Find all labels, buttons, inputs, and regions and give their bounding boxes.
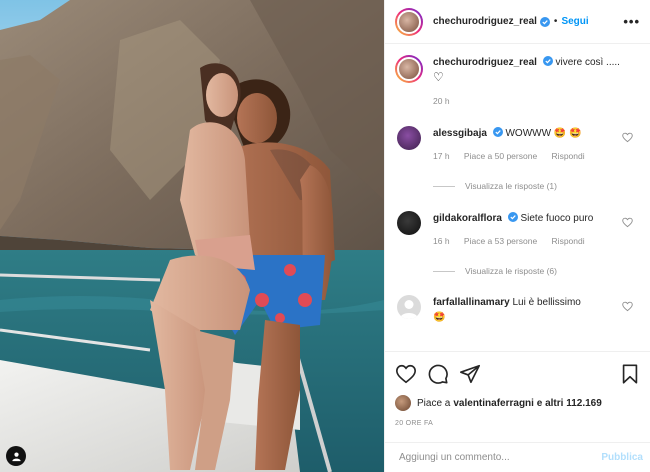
view-replies-button[interactable]: Visualizza le risposte (6) [433, 264, 641, 279]
comment-avatar[interactable] [397, 126, 421, 150]
comment-item: gildakoralflora Siete fuoco puro 16 h Pi… [385, 211, 650, 279]
reply-button[interactable]: Rispondi [552, 236, 585, 246]
comment-text-line2: 🤩 [433, 312, 446, 323]
post-photo[interactable] [0, 0, 384, 472]
comment-input[interactable] [399, 452, 602, 463]
caption-emoji: ♡ [433, 70, 444, 84]
reply-button[interactable]: Rispondi [552, 151, 585, 161]
add-comment-bar: Pubblica [385, 442, 650, 472]
comment-likes-count[interactable]: Piace a 53 persone [464, 236, 537, 246]
author-username[interactable]: chechurodriguez_real [433, 16, 537, 27]
comment-username[interactable]: farfallallinamary [433, 297, 510, 308]
caption-avatar[interactable] [395, 55, 423, 83]
comment-avatar[interactable] [397, 295, 421, 319]
likes-prefix: Piace a [417, 397, 451, 409]
comment-time: 17 h [433, 151, 450, 161]
view-replies-button[interactable]: Visualizza le risposte (1) [433, 179, 641, 194]
view-replies-label: Visualizza le risposte (6) [465, 266, 557, 276]
comment-item: alessgibaja WOWWW 🤩 🤩 17 h Piace a 50 pe… [385, 126, 650, 194]
tagged-users-button[interactable] [6, 446, 26, 466]
more-options-button[interactable]: ••• [623, 14, 640, 29]
caption-username[interactable]: chechurodriguez_real [433, 57, 537, 68]
post-sidebar: chechurodriguez_real • Segui ••• chechur… [384, 0, 650, 472]
photo-scene [0, 0, 384, 472]
comment-username[interactable]: gildakoralflora [433, 213, 502, 224]
save-bookmark-icon[interactable] [619, 363, 641, 385]
follow-button[interactable]: Segui [561, 16, 588, 27]
comment-item: farfallallinamary Lui è bellissimo 🤩 [385, 295, 650, 325]
view-replies-label: Visualizza le risposte (1) [465, 181, 557, 191]
comment-username[interactable]: alessgibaja [433, 128, 487, 139]
post-header: chechurodriguez_real • Segui ••• [385, 0, 650, 44]
likes-summary[interactable]: Piace a valentinaferragni e altri 112.16… [395, 395, 641, 411]
like-comment-heart-icon[interactable] [622, 217, 633, 228]
share-paper-plane-icon[interactable] [459, 363, 481, 385]
person-icon [11, 452, 21, 461]
comment-text: Lui è bellissimo [512, 297, 581, 308]
author-avatar[interactable] [395, 7, 423, 36]
liker-username[interactable]: valentinaferragni [453, 398, 534, 409]
verified-badge-icon [492, 127, 503, 137]
caption-time: 20 h [433, 96, 450, 106]
like-heart-icon[interactable] [395, 363, 417, 385]
verified-badge-icon [539, 16, 550, 27]
post-actions: Piace a valentinaferragni e altri 112.16… [385, 351, 650, 427]
publish-button[interactable]: Pubblica [601, 452, 643, 463]
comment-bubble-icon[interactable] [427, 363, 449, 385]
comment-likes-count[interactable]: Piace a 50 persone [464, 151, 537, 161]
caption-text: vivere così ..... [555, 57, 620, 68]
comment-avatar[interactable] [397, 211, 421, 235]
comment-text: Siete fuoco puro [520, 213, 594, 224]
separator-dot: • [553, 16, 558, 27]
liker-avatar[interactable] [395, 395, 411, 411]
default-avatar-icon [400, 300, 418, 319]
verified-badge-icon [542, 56, 553, 66]
comment-time: 16 h [433, 236, 450, 246]
verified-badge-icon [507, 212, 518, 222]
comments-list: chechurodriguez_real vivere così ..... ♡… [385, 55, 650, 325]
comment-text: WOWWW 🤩 🤩 [505, 128, 582, 139]
like-comment-heart-icon[interactable] [622, 301, 633, 312]
post-caption: chechurodriguez_real vivere così ..... ♡… [385, 55, 650, 109]
likes-others[interactable]: e altri 112.169 [534, 398, 602, 409]
post-timestamp: 20 ORE FA [395, 420, 434, 427]
like-comment-heart-icon[interactable] [622, 132, 633, 143]
